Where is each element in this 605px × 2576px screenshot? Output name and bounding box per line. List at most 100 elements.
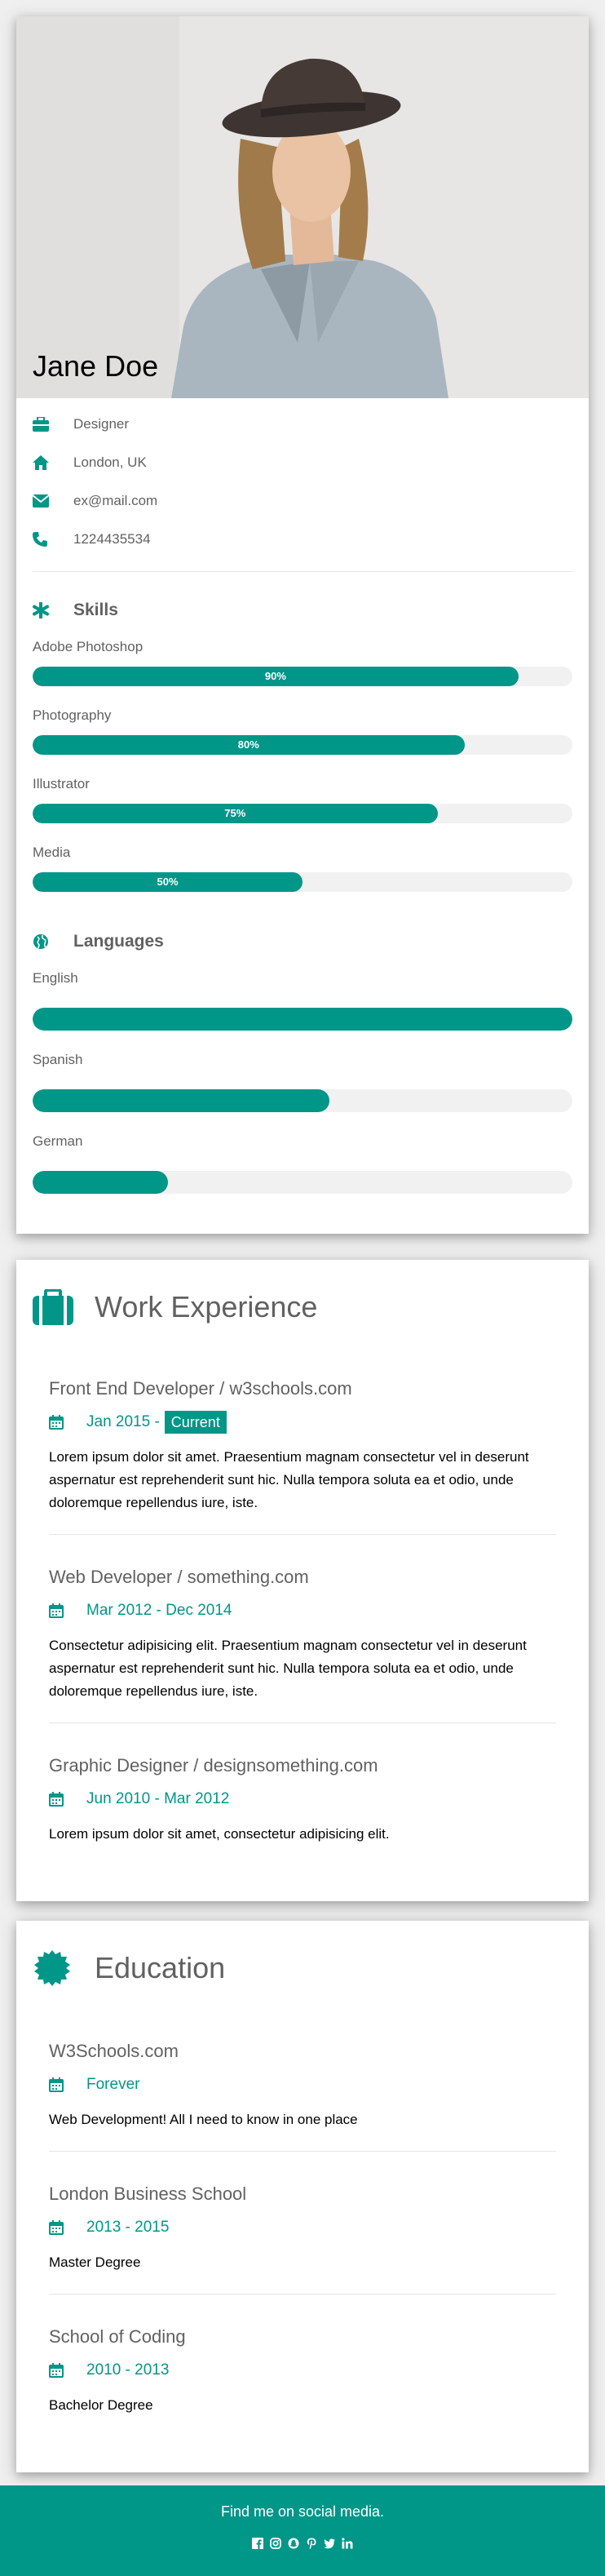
education-entry-date: Forever	[49, 2073, 556, 2097]
skill-bar: 75%	[33, 804, 572, 823]
work-entry-date-text: Mar 2012 - Dec 2014	[86, 1602, 232, 1619]
language-item: English	[16, 969, 589, 1031]
education-entry-date-text: Forever	[86, 2076, 140, 2093]
education-entry-description: Master Degree	[49, 2255, 141, 2270]
education-entry-date-text: 2013 - 2015	[86, 2219, 170, 2236]
instagram-icon[interactable]	[269, 2537, 282, 2550]
education-entry-title: School of Coding	[49, 2326, 186, 2347]
work-title: Work Experience	[95, 1290, 318, 1323]
education-entry-date-text: 2010 - 2013	[86, 2361, 170, 2379]
certificate-icon	[33, 1949, 95, 1988]
language-label: English	[33, 970, 78, 986]
skill-bar: 90%	[33, 667, 572, 686]
education-entry: London Business School 2013 - 2015 Maste…	[16, 2183, 589, 2274]
language-label: German	[33, 1133, 83, 1149]
language-bar	[33, 1008, 572, 1031]
contact-phone-text: 1224435534	[73, 530, 151, 547]
work-entry: Front End Developer / w3schools.com Jan …	[16, 1377, 589, 1514]
skill-bar-fill: 80%	[33, 735, 465, 755]
work-entry-title: Front End Developer / w3schools.com	[49, 1378, 352, 1399]
skill-item: Adobe Photoshop 90%	[16, 637, 589, 686]
profile-name: Jane Doe	[33, 349, 159, 383]
skill-item: Photography 80%	[16, 706, 589, 755]
profile-photo-illustration	[16, 16, 589, 398]
language-bar-fill	[33, 1171, 168, 1194]
suitcase-icon	[33, 1289, 95, 1325]
work-entry-date-text: Jun 2010 - Mar 2012	[86, 1790, 230, 1807]
education-entry-description: Bachelor Degree	[49, 2397, 153, 2413]
education-heading: Education	[16, 1944, 589, 1993]
language-item: Spanish	[16, 1050, 589, 1112]
education-entry-title: London Business School	[49, 2184, 247, 2204]
education-entry-date: 2013 - 2015	[49, 2215, 556, 2240]
phone-icon	[33, 531, 73, 547]
work-entry-title: Graphic Designer / designsomething.com	[49, 1755, 378, 1776]
skill-label: Photography	[33, 707, 112, 723]
briefcase-icon	[33, 416, 73, 432]
work-entry: Web Developer / something.com Mar 2012 -…	[16, 1566, 589, 1703]
divider	[49, 1534, 556, 1535]
work-entry-description: Consectetur adipisicing elit. Praesentiu…	[49, 1638, 527, 1699]
work-entry-date-text: Jan 2015 -	[86, 1413, 160, 1430]
language-bar	[33, 1089, 572, 1112]
skill-item: Illustrator 75%	[16, 774, 589, 823]
twitter-icon[interactable]	[323, 2537, 336, 2550]
languages-heading: Languages	[16, 928, 589, 955]
calendar-icon	[49, 1415, 86, 1430]
work-entry-description: Lorem ipsum dolor sit amet. Praesentium …	[49, 1449, 529, 1510]
divider	[49, 2151, 556, 2152]
work-entry-date: Jun 2010 - Mar 2012	[49, 1787, 556, 1811]
language-label: Spanish	[33, 1052, 83, 1067]
skills-heading: Skills	[16, 596, 589, 624]
work-experience-card: Work Experience Front End Developer / w3…	[16, 1260, 589, 1901]
skill-bar: 50%	[33, 872, 572, 892]
globe-icon	[33, 933, 73, 950]
languages-title: Languages	[73, 932, 164, 951]
social-links	[0, 2537, 605, 2550]
profile-card: Jane Doe Designer London, UK ex@mail.com…	[16, 16, 589, 1234]
contact-phone: 1224435534	[33, 520, 572, 558]
home-icon	[33, 454, 73, 470]
contact-job: Designer	[33, 405, 572, 443]
skill-bar-fill: 90%	[33, 667, 519, 686]
footer-text: Find me on social media.	[220, 2503, 385, 2520]
skill-label: Media	[33, 845, 71, 860]
skill-label: Adobe Photoshop	[33, 639, 144, 654]
language-bar-fill	[33, 1008, 572, 1031]
skill-bar-fill: 50%	[33, 872, 302, 892]
current-tag: Current	[164, 1411, 227, 1434]
skill-label: Illustrator	[33, 776, 90, 791]
education-entry: School of Coding 2010 - 2013 Bachelor De…	[16, 2325, 589, 2417]
skills-title: Skills	[73, 601, 118, 619]
education-entry-description: Web Development! All I need to know in o…	[49, 2112, 358, 2127]
calendar-icon	[49, 1792, 86, 1807]
snapchat-icon[interactable]	[287, 2537, 300, 2550]
language-bar-fill	[33, 1089, 330, 1112]
language-item: German	[16, 1132, 589, 1194]
asterisk-icon	[33, 602, 73, 619]
skill-item: Media 50%	[16, 843, 589, 892]
language-bar	[33, 1171, 572, 1194]
skill-bar-fill: 75%	[33, 804, 438, 823]
education-entry-date: 2010 - 2013	[49, 2358, 556, 2383]
education-title: Education	[95, 1951, 226, 1984]
work-entry-title: Web Developer / something.com	[49, 1567, 309, 1587]
work-entry: Graphic Designer / designsomething.com J…	[16, 1754, 589, 1846]
calendar-icon	[49, 2363, 86, 2378]
divider	[33, 571, 572, 572]
contact-list: Designer London, UK ex@mail.com 12244355…	[16, 398, 589, 558]
footer: Find me on social media.	[0, 2485, 605, 2576]
calendar-icon	[49, 2077, 86, 2092]
education-entry-title: W3Schools.com	[49, 2041, 179, 2061]
facebook-icon[interactable]	[251, 2537, 264, 2550]
contact-email: ex@mail.com	[33, 481, 572, 520]
work-entry-description: Lorem ipsum dolor sit amet, consectetur …	[49, 1826, 390, 1842]
education-card: Education W3Schools.com Forever Web Deve…	[16, 1921, 589, 2472]
linkedin-icon[interactable]	[341, 2537, 354, 2550]
contact-location-text: London, UK	[73, 454, 147, 470]
pinterest-icon[interactable]	[305, 2537, 318, 2550]
profile-photo: Jane Doe	[16, 16, 589, 398]
contact-job-text: Designer	[73, 415, 130, 432]
contact-location: London, UK	[33, 443, 572, 481]
work-heading: Work Experience	[16, 1283, 589, 1332]
